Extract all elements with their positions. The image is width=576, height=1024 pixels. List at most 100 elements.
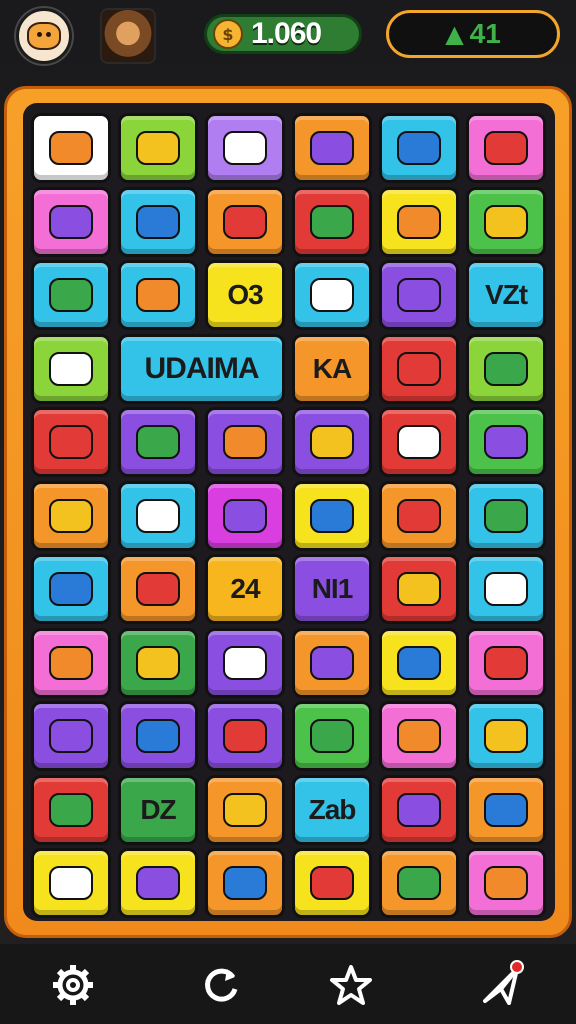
radio-icon [223, 425, 267, 459]
carrot-icon [397, 866, 441, 900]
board-tile[interactable]: O3 [205, 260, 285, 330]
player-avatar-button[interactable] [16, 8, 72, 64]
board-tile[interactable] [31, 848, 111, 918]
board-frame: O3 VZt UDAIMA KA 24 NI1 DZ Zab [4, 86, 572, 938]
coin-counter[interactable]: $ 1.060 [204, 14, 362, 54]
board-tile[interactable] [379, 407, 459, 477]
board-tile[interactable]: NI1 [292, 554, 372, 624]
board-tile[interactable] [31, 774, 111, 845]
horn-icon [223, 719, 267, 753]
wallet-icon [49, 351, 93, 386]
board-tile[interactable] [31, 333, 111, 404]
board-tile[interactable] [466, 554, 546, 624]
board-tile[interactable]: Zab [292, 774, 372, 845]
board-tile[interactable] [205, 480, 285, 551]
board-tile[interactable] [379, 113, 459, 183]
speaker-icon [484, 645, 528, 680]
truck-icon [49, 572, 93, 606]
board-tile[interactable]: UDAIMA [118, 333, 285, 404]
board-tile[interactable] [292, 186, 372, 257]
board-tile[interactable] [205, 113, 285, 183]
board-tile[interactable] [292, 407, 372, 477]
board-tile[interactable] [292, 113, 372, 183]
compass-icon [397, 351, 441, 386]
tag-icon [310, 278, 354, 312]
tile-label: 24 [230, 573, 260, 604]
board-tile[interactable] [379, 186, 459, 257]
cloud-icon [484, 204, 528, 239]
board-tile[interactable] [31, 260, 111, 330]
board-tile[interactable] [466, 113, 546, 183]
refresh-button[interactable] [194, 958, 248, 1012]
profile-portrait[interactable] [100, 8, 156, 64]
board-tile[interactable] [292, 848, 372, 918]
board-tile[interactable] [379, 480, 459, 551]
crate-icon [310, 131, 354, 165]
board-tile[interactable]: 24 [205, 554, 285, 624]
peach-icon [310, 866, 354, 900]
board-tile[interactable] [31, 554, 111, 624]
board-tile[interactable] [118, 407, 198, 477]
board-tile[interactable] [118, 701, 198, 771]
board-tile[interactable] [118, 848, 198, 918]
berries-icon [310, 425, 354, 459]
board-tile[interactable] [205, 186, 285, 257]
board-tile[interactable]: DZ [118, 774, 198, 845]
energy-counter[interactable]: ▲ 41 [386, 10, 560, 58]
board-tile[interactable] [31, 480, 111, 551]
board-tile[interactable] [466, 701, 546, 771]
board-tile[interactable] [292, 701, 372, 771]
board-tile[interactable] [118, 627, 198, 698]
board-tile[interactable] [379, 333, 459, 404]
tile-label: O3 [227, 279, 263, 310]
battery-green-icon [484, 866, 528, 900]
board-tile[interactable] [31, 627, 111, 698]
battery-icon [49, 204, 93, 239]
settings-gear-icon [53, 965, 93, 1005]
board-tile[interactable] [31, 186, 111, 257]
board-tile[interactable] [205, 848, 285, 918]
board-tile[interactable] [466, 333, 546, 404]
board-tile[interactable] [205, 774, 285, 845]
board-tile[interactable] [118, 480, 198, 551]
board-tile[interactable] [466, 774, 546, 845]
board-tile[interactable]: VZt [466, 260, 546, 330]
settings-button[interactable] [46, 958, 100, 1012]
board-tile[interactable] [118, 260, 198, 330]
board-tile[interactable] [379, 848, 459, 918]
board-tile[interactable] [31, 701, 111, 771]
board-tile[interactable] [118, 186, 198, 257]
board-tile[interactable] [379, 701, 459, 771]
board-tile[interactable] [466, 186, 546, 257]
board-tile[interactable] [31, 113, 111, 183]
board-tile[interactable] [466, 407, 546, 477]
favorites-button[interactable] [324, 958, 378, 1012]
fruits-icon [310, 204, 354, 239]
board-tile[interactable] [205, 701, 285, 771]
refresh-icon [205, 968, 238, 1002]
board-tile[interactable] [379, 260, 459, 330]
board-tile[interactable] [205, 627, 285, 698]
star-icon [330, 965, 372, 1005]
board-tile[interactable] [292, 480, 372, 551]
board-tile[interactable] [379, 627, 459, 698]
board-tile[interactable] [466, 848, 546, 918]
board-tile[interactable] [379, 774, 459, 845]
orange-fish-icon [49, 131, 93, 165]
board-tile[interactable] [466, 627, 546, 698]
board-tile[interactable] [292, 260, 372, 330]
board-tile[interactable] [205, 407, 285, 477]
eggplant-icon [223, 204, 267, 239]
leaf-icon [136, 131, 180, 165]
board-tile[interactable] [466, 480, 546, 551]
coin-icon: $ [213, 19, 243, 49]
camera-icon [484, 498, 528, 533]
board-tile[interactable] [118, 113, 198, 183]
board-tile[interactable] [31, 407, 111, 477]
board-tile[interactable]: KA [292, 333, 372, 404]
board-tile[interactable] [379, 554, 459, 624]
board-tile[interactable] [292, 627, 372, 698]
board-tile[interactable] [118, 554, 198, 624]
green-swirl-icon [397, 131, 441, 165]
send-button[interactable] [474, 958, 528, 1012]
